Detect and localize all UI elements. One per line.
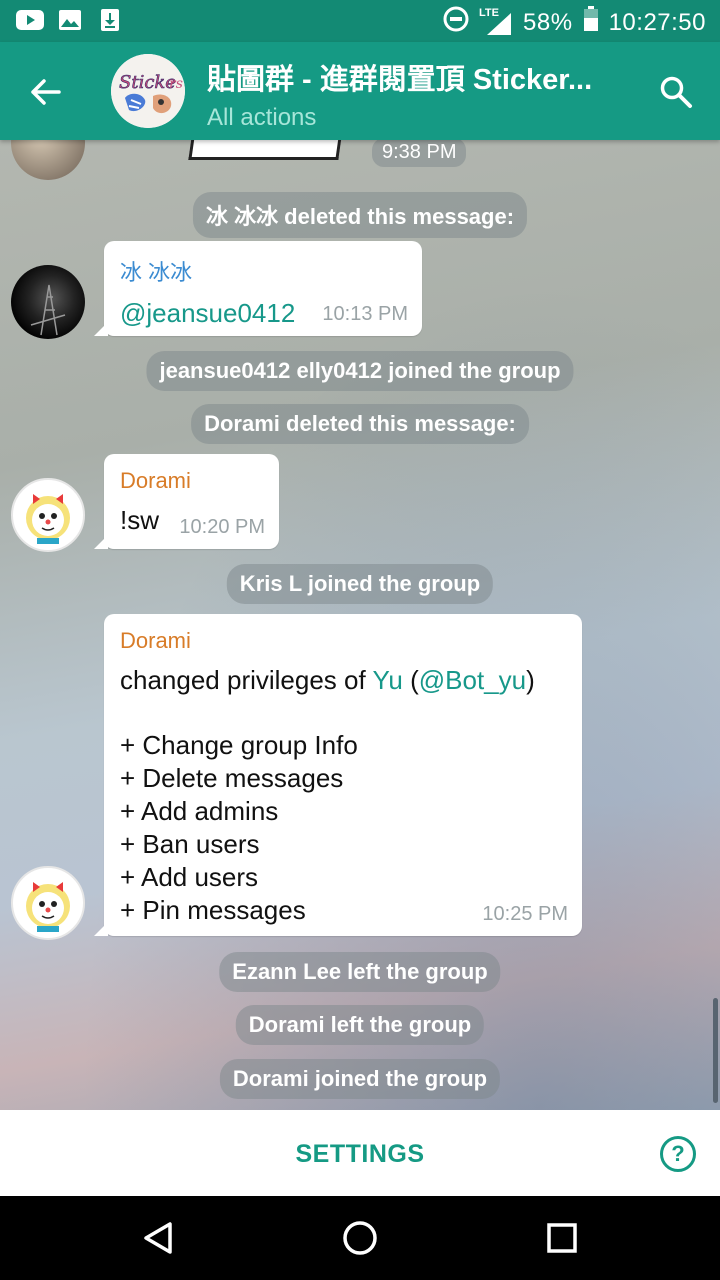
chat-subtitle: All actions — [207, 104, 317, 131]
nav-recents-button[interactable] — [540, 1216, 584, 1260]
circle-home-icon — [343, 1221, 377, 1255]
message-time: 10:13 PM — [322, 303, 408, 325]
privilege-item: + Delete messages — [120, 763, 344, 793]
battery-icon — [583, 6, 599, 39]
message-bubble[interactable]: 冰 冰冰 @jeansue0412 10:13 PM — [94, 241, 422, 336]
help-icon[interactable]: ? — [660, 1136, 696, 1172]
nav-home-button[interactable] — [338, 1216, 382, 1260]
dnd-icon — [443, 6, 469, 39]
chat-area[interactable]: 9:38 PM 冰 冰冰 deleted this message: 冰 冰冰 … — [0, 140, 720, 1110]
message-time: 9:38 PM — [372, 140, 467, 167]
clock: 10:27:50 — [608, 8, 706, 36]
app-bar: Sticke rs 貼圖群 - 進群閱置頂 Sticker... All act… — [0, 42, 720, 140]
dorami-avatar-image — [26, 882, 70, 932]
download-icon — [96, 8, 124, 32]
square-recents-icon — [547, 1223, 577, 1253]
message-time: 10:20 PM — [179, 516, 265, 538]
gallery-icon — [56, 8, 84, 32]
scrollbar[interactable] — [713, 998, 718, 1103]
arrow-left-icon — [31, 79, 61, 105]
triangle-back-icon — [144, 1222, 172, 1254]
battery-percent: 58% — [523, 8, 573, 36]
sticker-message[interactable] — [188, 140, 342, 160]
service-message: Ezann Lee left the group — [219, 952, 501, 992]
message-time: 10:25 PM — [482, 903, 568, 925]
search-icon — [660, 76, 692, 108]
nav-back-button[interactable] — [136, 1216, 180, 1260]
svg-text:rs: rs — [169, 76, 183, 92]
group-avatar[interactable]: Sticke rs — [111, 54, 185, 128]
privilege-item: + Add admins — [120, 796, 279, 826]
bottom-bar: SETTINGS ? — [0, 1110, 720, 1196]
service-message: Kris L joined the group — [226, 564, 494, 604]
stickers-logo-text: Sticke — [119, 72, 176, 93]
user-link[interactable]: Yu — [372, 665, 402, 695]
mention-link[interactable]: @jeansue0412 — [120, 298, 295, 328]
message-bubble[interactable]: Dorami changed privileges of Yu (@Bot_yu… — [94, 614, 582, 936]
back-button[interactable] — [24, 70, 68, 114]
privilege-item: + Change group Info — [120, 730, 358, 760]
mention-link[interactable]: @Bot_yu — [419, 665, 526, 695]
sender-name[interactable]: Dorami — [120, 468, 263, 494]
settings-button[interactable]: SETTINGS — [0, 1140, 720, 1169]
chat-title[interactable]: 貼圖群 - 進群閱置頂 Sticker... — [207, 56, 627, 98]
dorami-avatar-image — [26, 494, 70, 544]
user-avatar[interactable] — [11, 265, 85, 339]
user-avatar[interactable] — [11, 478, 85, 552]
navigation-bar — [0, 1196, 720, 1280]
privilege-item: + Ban users — [120, 829, 260, 859]
privileges-list: + Change group Info + Delete messages + … — [120, 729, 566, 927]
service-message: Dorami joined the group — [219, 1059, 501, 1099]
youtube-icon — [16, 8, 44, 32]
status-bar: LTE 58% 10:27:50 — [0, 0, 720, 42]
privilege-item: + Add users — [120, 862, 259, 892]
service-message: 冰 冰冰 deleted this message: — [192, 192, 528, 238]
search-button[interactable] — [654, 70, 698, 114]
network-type: LTE — [479, 6, 499, 19]
service-message: jeansue0412 elly0412 joined the group — [146, 351, 574, 391]
signal-icon: LTE — [479, 6, 513, 37]
sender-name[interactable]: 冰 冰冰 — [120, 255, 406, 287]
user-avatar[interactable] — [11, 866, 85, 940]
message-text: changed privileges of Yu (@Bot_yu) — [120, 665, 535, 695]
user-avatar[interactable] — [11, 140, 85, 180]
service-message: Dorami left the group — [235, 1005, 485, 1045]
sender-name[interactable]: Dorami — [120, 628, 566, 654]
message-bubble[interactable]: Dorami !sw 10:20 PM — [94, 454, 279, 549]
service-message: Dorami deleted this message: — [191, 404, 529, 444]
